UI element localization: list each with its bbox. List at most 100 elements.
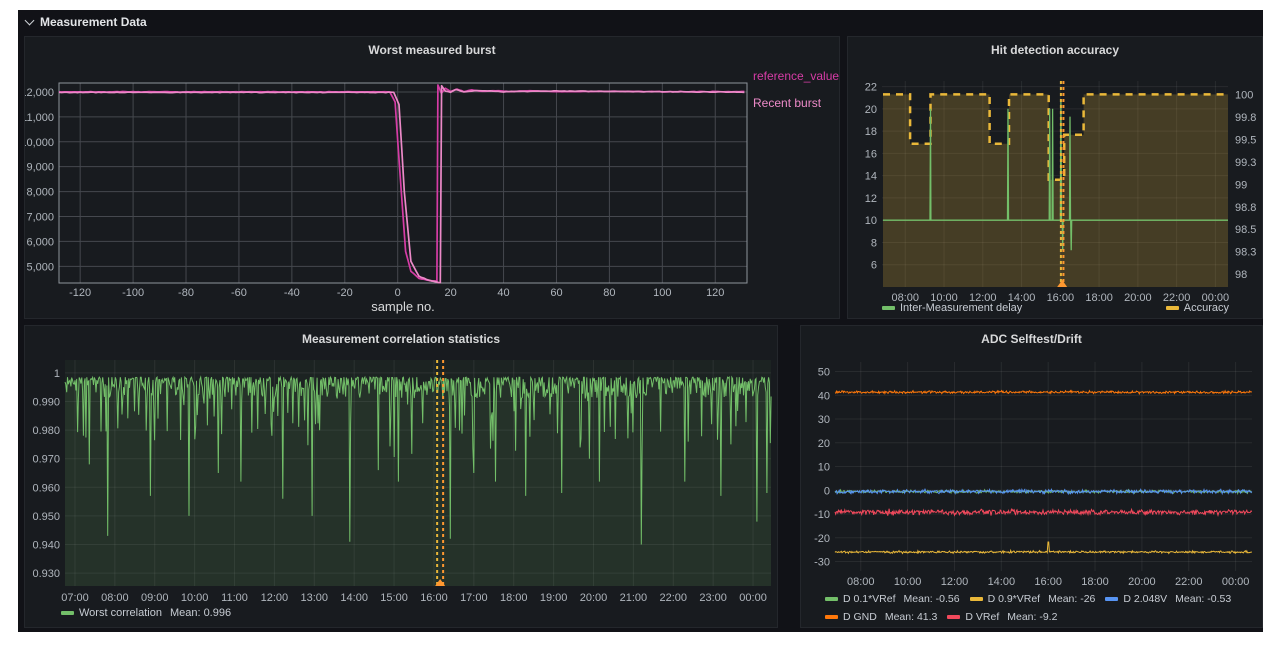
svg-text:30: 30: [818, 414, 830, 426]
legend-item[interactable]: D 0.9*VRef Mean: -26: [970, 590, 1096, 608]
svg-text:98: 98: [1235, 269, 1247, 281]
legend-series-mean: Mean: 0.996: [170, 607, 231, 619]
legend-item[interactable]: Worst correlation Mean: 0.996: [61, 607, 231, 619]
svg-text:12:00: 12:00: [261, 592, 289, 604]
legend-swatch: [882, 306, 895, 310]
svg-text:14:00: 14:00: [988, 576, 1016, 588]
svg-text:100: 100: [1235, 89, 1253, 101]
legend-swatch: [61, 611, 74, 615]
svg-text:07:00: 07:00: [61, 592, 89, 604]
svg-text:-100: -100: [122, 287, 144, 299]
svg-text:21:00: 21:00: [620, 592, 648, 604]
svg-text:20:00: 20:00: [1128, 576, 1156, 588]
svg-text:13:00: 13:00: [301, 592, 329, 604]
legend-item[interactable]: D GND Mean: 41.3: [825, 608, 937, 626]
svg-text:99.5: 99.5: [1235, 134, 1256, 146]
legend-series-name: D 2.048V: [1123, 590, 1167, 608]
series-D 0.9*VRef: [835, 542, 1252, 554]
svg-text:99.3: 99.3: [1235, 157, 1256, 169]
svg-text:22:00: 22:00: [1175, 576, 1203, 588]
svg-text:20: 20: [865, 104, 877, 116]
svg-text:-120: -120: [69, 287, 91, 299]
svg-text:00:00: 00:00: [739, 592, 767, 604]
legend-series-mean: Mean: -26: [1048, 590, 1095, 608]
svg-text:12:00: 12:00: [941, 576, 969, 588]
svg-text:18:00: 18:00: [500, 592, 528, 604]
svg-text:9,000: 9,000: [26, 162, 54, 174]
panel-hit-detection-accuracy: Hit detection accuracy 68101214161820229…: [847, 36, 1263, 319]
svg-text:50: 50: [818, 367, 830, 379]
svg-text:40: 40: [497, 287, 509, 299]
svg-text:-60: -60: [231, 287, 247, 299]
legend-swatch: [1166, 306, 1179, 310]
legend-series-mean: Mean: -9.2: [1007, 608, 1057, 626]
svg-text:09:00: 09:00: [141, 592, 169, 604]
svg-text:-30: -30: [814, 557, 830, 569]
svg-text:22: 22: [865, 82, 877, 94]
panel-title-worst-measured-burst[interactable]: Worst measured burst: [25, 37, 839, 59]
svg-text:0: 0: [824, 485, 830, 497]
svg-text:14: 14: [865, 171, 877, 183]
row-title: Measurement Data: [40, 15, 147, 29]
legend-item[interactable]: D VRef Mean: -9.2: [947, 608, 1057, 626]
svg-text:8,000: 8,000: [26, 187, 54, 199]
series-Recent burst: [59, 86, 744, 283]
svg-text:sample no.: sample no.: [371, 299, 435, 314]
svg-text:7,000: 7,000: [26, 211, 54, 223]
measurement-correlation-chart[interactable]: 0.9300.9400.9500.9600.9700.9800.990107:0…: [25, 326, 778, 628]
svg-text:99: 99: [1235, 179, 1247, 191]
svg-text:12: 12: [865, 193, 877, 205]
svg-text:-80: -80: [178, 287, 194, 299]
panel-title-adc-selftest-drift[interactable]: ADC Selftest/Drift: [801, 326, 1262, 348]
legend-series-mean: Mean: 41.3: [885, 608, 938, 626]
svg-text:11,000: 11,000: [25, 112, 54, 124]
legend-item[interactable]: D 0.1*VRef Mean: -0.56: [825, 590, 960, 608]
svg-text:98.3: 98.3: [1235, 247, 1256, 259]
legend-item[interactable]: D 2.048V Mean: -0.53: [1105, 590, 1231, 608]
legend-item[interactable]: Recent burst: [753, 96, 839, 110]
legend-series-name: D 0.9*VRef: [988, 590, 1041, 608]
legend-item[interactable]: Inter-Measurement delay: [882, 302, 1022, 314]
svg-text:120: 120: [706, 287, 724, 299]
legend-series-name: D GND: [843, 608, 877, 626]
panel-worst-measured-burst: Worst measured burst 5,000 6,000 7,000 8,00…: [24, 36, 840, 319]
svg-text:10: 10: [865, 215, 877, 227]
legend-series-mean: Mean: -0.53: [1175, 590, 1231, 608]
hit-detection-accuracy-chart[interactable]: 68101214161820229898.398.598.89999.399.5…: [848, 37, 1263, 319]
worst-measured-burst-chart[interactable]: 5,0006,0007,0008,0009,00010,00011,00012,…: [25, 37, 840, 319]
row-header-measurement-data[interactable]: Measurement Data: [18, 10, 1263, 34]
svg-text:-20: -20: [814, 533, 830, 545]
svg-text:17:00: 17:00: [460, 592, 488, 604]
series-D VRef: [835, 509, 1252, 516]
legend-item[interactable]: reference_value: [753, 69, 839, 83]
legend-series-name: D 0.1*VRef: [843, 590, 896, 608]
legend-series-mean: Mean: -0.56: [904, 590, 960, 608]
legend-item[interactable]: Accuracy: [1166, 302, 1229, 314]
svg-text:10: 10: [818, 462, 830, 474]
svg-text:0.970: 0.970: [32, 454, 60, 466]
svg-text:0.960: 0.960: [32, 482, 60, 494]
series-D GND: [835, 391, 1252, 394]
svg-text:16:00: 16:00: [420, 592, 448, 604]
svg-text:5,000: 5,000: [26, 261, 54, 273]
legend-swatch: [825, 597, 838, 601]
legend-series-name: D VRef: [965, 608, 999, 626]
legend-swatch: [970, 597, 983, 601]
adc-selftest-drift-legend: D 0.1*VRef Mean: -0.56 D 0.9*VRef Mean: -26…: [825, 590, 1261, 626]
svg-text:10:00: 10:00: [181, 592, 209, 604]
panel-title-hit-detection-accuracy[interactable]: Hit detection accuracy: [848, 37, 1262, 59]
legend-series-name: Accuracy: [1184, 302, 1229, 314]
svg-text:6,000: 6,000: [26, 236, 54, 248]
svg-text:0.990: 0.990: [32, 396, 60, 408]
svg-text:23:00: 23:00: [699, 592, 727, 604]
adc-selftest-drift-chart[interactable]: -30-20-100102030405008:0010:0012:0014:00…: [801, 326, 1263, 628]
panel-title-measurement-correlation[interactable]: Measurement correlation statistics: [25, 326, 777, 348]
legend-series-name: Inter-Measurement delay: [900, 302, 1022, 314]
svg-text:20:00: 20:00: [580, 592, 608, 604]
svg-text:19:00: 19:00: [540, 592, 568, 604]
series-reference_value: [59, 85, 744, 281]
legend-series-name: Worst correlation: [79, 607, 162, 619]
svg-text:8: 8: [871, 237, 877, 249]
svg-text:15:00: 15:00: [380, 592, 408, 604]
svg-text:80: 80: [603, 287, 615, 299]
